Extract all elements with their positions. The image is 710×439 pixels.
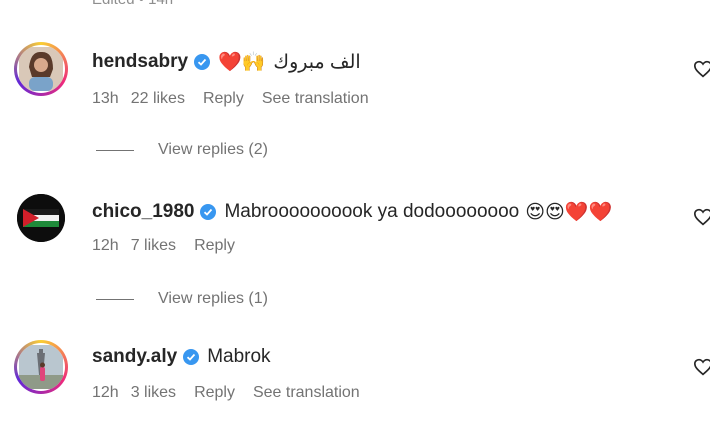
avatar[interactable]: [17, 194, 65, 242]
comment-time: 12h: [92, 384, 119, 401]
replies-divider: [96, 149, 134, 151]
see-translation-button[interactable]: See translation: [262, 90, 369, 108]
avatar[interactable]: [14, 42, 68, 96]
comment-text: Mabrok: [207, 346, 271, 367]
comment-likes[interactable]: 22 likes: [131, 90, 185, 108]
avatar-image: [19, 47, 63, 91]
view-replies-button[interactable]: View replies (1): [96, 290, 268, 308]
comment-time: 13h: [92, 90, 119, 107]
comment-text: الف مبروك: [273, 51, 361, 73]
verified-badge-icon: [183, 349, 200, 365]
replies-divider: [96, 298, 134, 300]
view-replies-label[interactable]: View replies (1): [158, 290, 268, 308]
reply-button[interactable]: Reply: [194, 384, 235, 402]
view-replies-label[interactable]: View replies (2): [158, 141, 268, 159]
comment-emoji: 😍😍❤️❤️: [525, 202, 613, 223]
comment-text: Mabroooooooook ya dodoooooooo: [224, 201, 520, 222]
comment-username[interactable]: hendsabry: [92, 51, 188, 73]
like-heart-icon[interactable]: [693, 358, 710, 376]
reply-button[interactable]: Reply: [194, 237, 235, 255]
comment-emoji: ❤️🙌: [218, 52, 266, 73]
comment-likes[interactable]: 3 likes: [131, 384, 176, 402]
like-heart-icon[interactable]: [693, 60, 710, 78]
verified-badge-icon: [194, 54, 211, 70]
comment-time: 12h: [92, 237, 119, 254]
comment-username[interactable]: sandy.aly: [92, 346, 177, 368]
view-replies-button[interactable]: View replies (2): [96, 141, 268, 159]
avatar[interactable]: [14, 340, 68, 394]
comment-sandy-aly: sandy.aly Mabrok 12h 3 likes Reply See t…: [0, 334, 710, 424]
verified-badge-icon: [200, 204, 217, 220]
see-translation-button[interactable]: See translation: [253, 384, 360, 402]
reply-button[interactable]: Reply: [203, 90, 244, 108]
comment-chico_1980: chico_1980 Mabroooooooook ya dodoooooooo…: [0, 188, 710, 278]
previous-comment-meta: Edited • 14h: [92, 0, 173, 8]
comment-hendsabry: hendsabry ❤️🙌 الف مبروك 13h 22 likes Rep…: [0, 38, 710, 128]
like-heart-icon[interactable]: [693, 208, 710, 226]
comment-username[interactable]: chico_1980: [92, 201, 194, 223]
avatar-image: [19, 345, 63, 389]
palestine-flag-avatar: [17, 194, 65, 242]
comment-likes[interactable]: 7 likes: [131, 237, 176, 255]
